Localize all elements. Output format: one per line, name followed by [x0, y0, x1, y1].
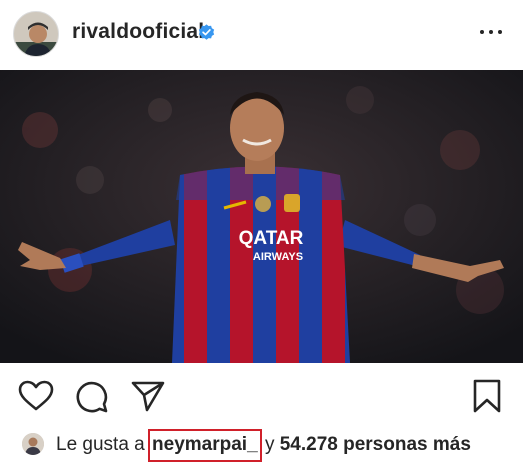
avatar-image [14, 12, 58, 56]
likes-count-link[interactable]: 54.278 personas más [280, 434, 471, 455]
verified-badge-icon [198, 24, 215, 40]
share-icon[interactable] [130, 379, 166, 413]
action-bar [0, 363, 523, 425]
post-image: QATAR AIRWAYS [0, 70, 523, 363]
comment-icon[interactable] [75, 380, 109, 414]
liker-avatar-image [22, 433, 44, 455]
sponsor-line1: QATAR [239, 228, 304, 249]
likes-text: Le gusta a neymarpai_ y 54.278 personas … [56, 434, 471, 456]
profile-avatar[interactable] [13, 11, 59, 57]
liker-avatar[interactable] [22, 433, 44, 455]
post-username[interactable]: rivaldooficial [72, 20, 204, 44]
highlight-box [148, 429, 262, 462]
likes-prefix: Le gusta a [56, 434, 145, 455]
more-options-icon[interactable] [478, 21, 504, 41]
sponsor-line2: AIRWAYS [253, 251, 303, 263]
heart-icon[interactable] [18, 380, 54, 412]
post-header: rivaldooficial [0, 0, 523, 70]
bookmark-icon[interactable] [472, 378, 502, 414]
post-photo[interactable]: QATAR AIRWAYS [0, 70, 523, 363]
likes-conjunction: y [264, 434, 275, 455]
